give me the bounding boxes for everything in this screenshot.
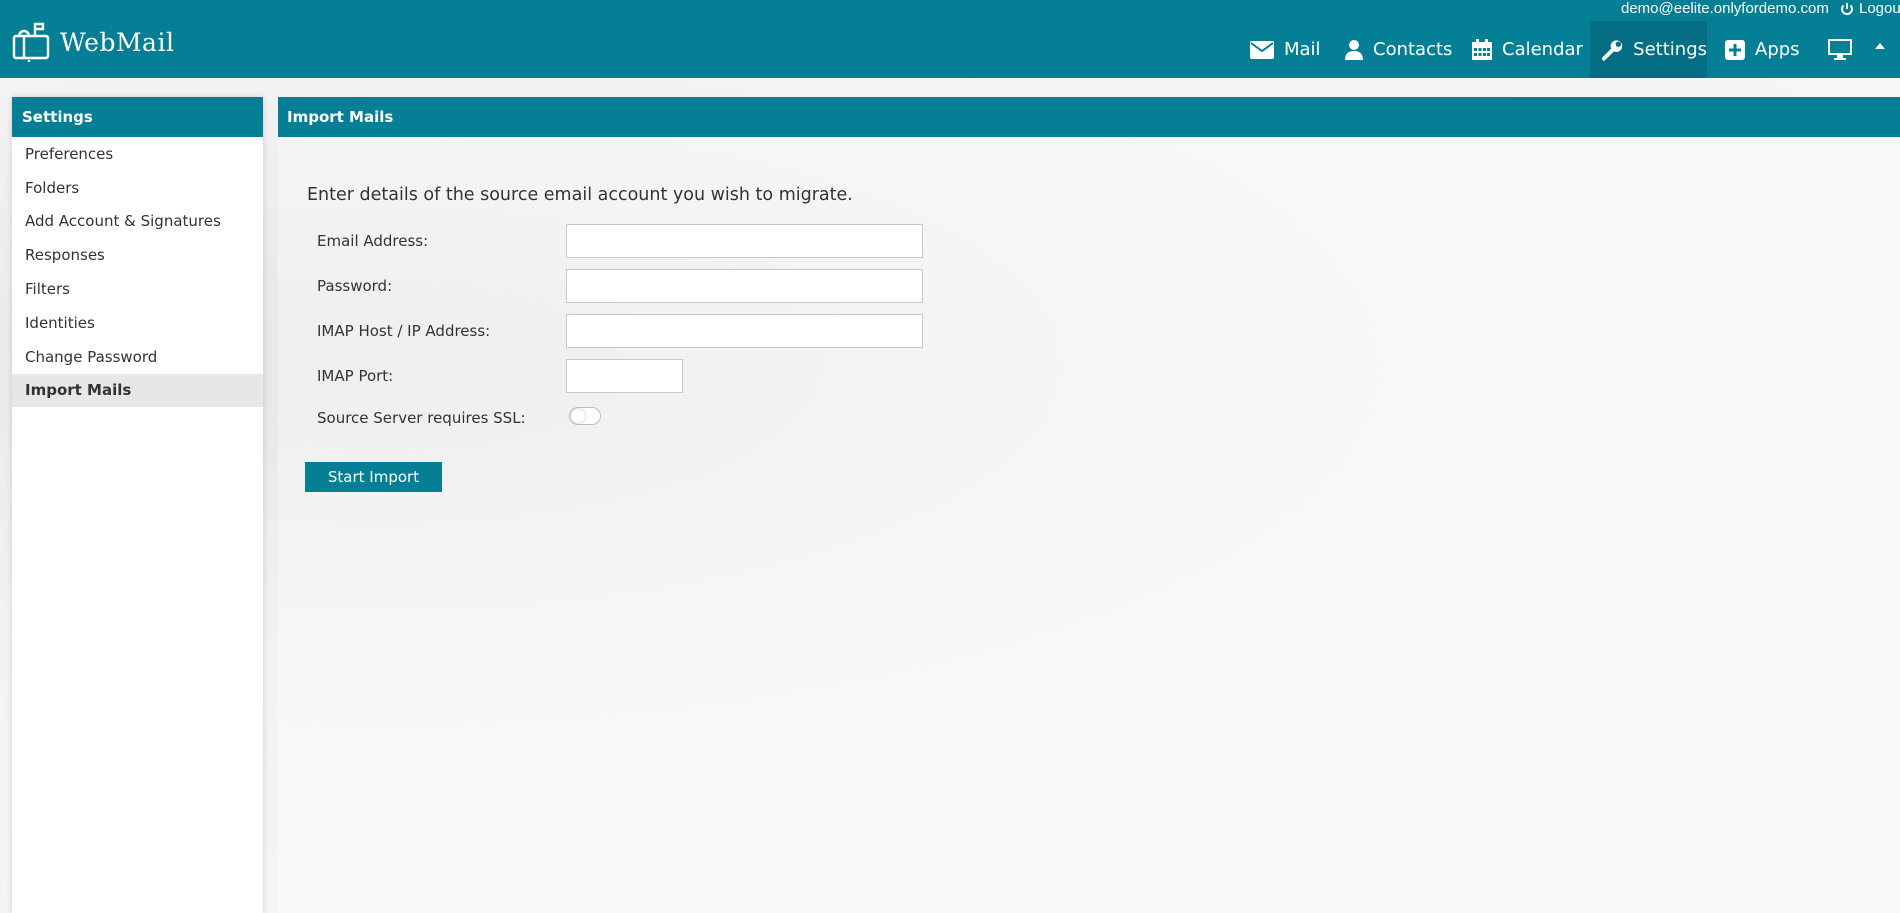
nav-calendar[interactable]: Calendar <box>1472 21 1583 78</box>
import-mails-panel: Import Mails Enter details of the source… <box>278 97 1900 913</box>
sidebar-title: Settings <box>12 97 263 137</box>
settings-menu: Preferences Folders Add Account & Signat… <box>12 137 263 408</box>
sidebar-item-filters[interactable]: Filters <box>12 272 263 306</box>
app-logo[interactable]: WebMail <box>12 22 174 62</box>
nav-apps[interactable]: Apps <box>1725 21 1800 78</box>
nav-mail[interactable]: Mail <box>1250 21 1321 78</box>
imap-port-label: IMAP Port: <box>317 367 394 385</box>
ssl-toggle[interactable] <box>569 407 601 425</box>
sidebar-item-change-password[interactable]: Change Password <box>12 340 263 374</box>
caret-up-icon[interactable] <box>1875 43 1885 49</box>
nav-calendar-label: Calendar <box>1502 39 1583 60</box>
imap-host-label: IMAP Host / IP Address: <box>317 322 491 340</box>
nav-apps-label: Apps <box>1755 39 1800 60</box>
intro-text: Enter details of the source email accoun… <box>307 185 853 205</box>
nav-contacts-label: Contacts <box>1373 39 1453 60</box>
nav-settings-label: Settings <box>1633 39 1707 60</box>
email-label: Email Address: <box>317 232 429 250</box>
envelope-icon <box>1250 40 1274 59</box>
top-bar: WebMail demo@eelite.onlyfordemo.com Logo… <box>0 0 1900 78</box>
plus-square-icon <box>1725 39 1745 60</box>
imap-port-field[interactable] <box>566 359 683 393</box>
sidebar-item-identities[interactable]: Identities <box>12 306 263 340</box>
page-title: Import Mails <box>278 97 1900 137</box>
imap-host-field[interactable] <box>566 314 923 348</box>
sidebar-item-preferences[interactable]: Preferences <box>12 137 263 171</box>
monitor-icon <box>1828 38 1852 60</box>
settings-sidebar: Settings Preferences Folders Add Account… <box>12 97 263 913</box>
calendar-icon <box>1472 39 1492 60</box>
email-field[interactable] <box>566 224 923 258</box>
user-email: demo@eelite.onlyfordemo.com <box>1621 0 1829 17</box>
wrench-icon <box>1602 39 1623 61</box>
user-icon <box>1345 39 1363 60</box>
sidebar-item-add-account-signatures[interactable]: Add Account & Signatures <box>12 205 263 239</box>
nav-contacts[interactable]: Contacts <box>1345 21 1452 78</box>
mailbox-logo-icon <box>12 22 50 62</box>
password-label: Password: <box>317 277 393 295</box>
display-mode-button[interactable] <box>1828 21 1862 78</box>
sidebar-item-responses[interactable]: Responses <box>12 238 263 272</box>
logout-link[interactable]: Logout <box>1840 0 1900 17</box>
start-import-button[interactable]: Start Import <box>305 462 442 492</box>
app-name: WebMail <box>60 27 175 57</box>
sidebar-item-folders[interactable]: Folders <box>12 171 263 205</box>
nav-settings[interactable]: Settings <box>1590 21 1707 78</box>
power-icon <box>1841 2 1853 15</box>
nav-mail-label: Mail <box>1284 39 1321 60</box>
sidebar-item-import-mails[interactable]: Import Mails <box>12 373 263 408</box>
ssl-label: Source Server requires SSL: <box>317 409 526 427</box>
password-field[interactable] <box>566 269 923 303</box>
logout-label: Logout <box>1859 0 1900 17</box>
user-bar: demo@eelite.onlyfordemo.com Logout <box>0 0 1900 17</box>
ssl-toggle-knob <box>571 409 585 423</box>
